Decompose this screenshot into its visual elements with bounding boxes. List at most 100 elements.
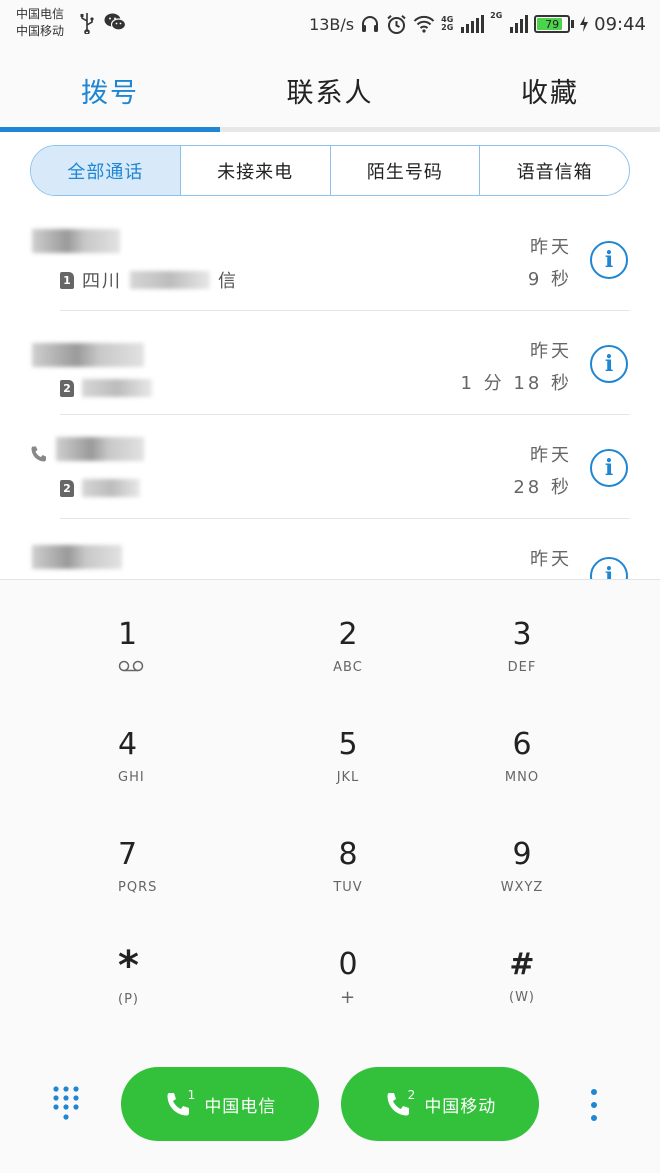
key-9[interactable]: 9 WXYZ [433,800,645,910]
call-sub-info: 2 [60,377,152,399]
key-digit: 7 [118,837,138,872]
battery-tip [571,20,575,28]
voicemail-icon [118,660,144,672]
key-2[interactable]: 2 ABC [263,580,433,690]
sim-badge: 1 [60,271,74,289]
tab-dial[interactable]: 拨号 [0,48,220,132]
call-duration: 1 分 18 秒 [460,373,572,394]
key-digit: # [509,947,535,982]
sim-badge: 2 [60,479,74,497]
call-details-button[interactable]: i [590,557,628,579]
key-star[interactable]: * (P) [55,910,263,1020]
call-location: 四川 [82,271,122,292]
network-speed: 13B/s [309,14,355,34]
key-1[interactable]: 1 [55,580,263,690]
key-digit: 9 [512,837,532,872]
wifi-icon [413,15,435,33]
call-sim1-button[interactable]: 1 中国电信 [121,1067,319,1141]
key-letters: ABC [333,660,363,675]
sim1-network-type: 4G 2G [441,16,455,32]
status-icons: 13B/s 4G 2G 2G 79 09:44 [309,10,646,38]
contact-name-redacted [32,229,120,253]
key-7[interactable]: 7 PQRS [55,800,263,910]
key-8[interactable]: 8 TUV [263,800,433,910]
sim-number: 2 [407,1088,417,1102]
dialpad-keys: 1 2 ABC 3 DEF 4 GHI 5 JKL 6 MNO 7 PQRS 8… [0,580,660,1040]
charging-icon [580,16,589,32]
key-letters: GHI [118,770,145,785]
carrier-1: 中国电信 [16,7,65,21]
tab-favorites[interactable]: 收藏 [440,48,660,132]
key-letters: DEF [507,660,537,675]
key-digit: 0 [338,947,358,982]
call-sub-info: 1 四川 信 [60,269,238,292]
filter-missed-calls[interactable]: 未接来电 [179,146,330,195]
tab-indicator [0,127,220,132]
key-letters: MNO [504,770,540,785]
info-icon: i [604,247,614,273]
more-options-icon[interactable] [589,1087,599,1123]
wechat-icon [104,13,126,31]
call-details-button[interactable]: i [590,345,628,383]
contact-name-redacted [32,343,144,367]
filter-unknown-numbers[interactable]: 陌生号码 [329,146,480,195]
alarm-icon [387,14,406,34]
key-letters: JKL [336,770,360,785]
dialpad-action-bar: 1 中国电信 2 中国移动 [0,1067,660,1141]
key-hash[interactable]: # (W) [433,910,645,1020]
dialpad-panel: 1 2 ABC 3 DEF 4 GHI 5 JKL 6 MNO 7 PQRS 8… [0,579,660,1173]
tab-contacts[interactable]: 联系人 [220,48,440,132]
call-date: 昨天 [530,341,572,362]
call-date: 昨天 [530,549,572,570]
call-date: 昨天 [530,445,572,466]
sim1-network-bottom: 2G [441,23,454,32]
key-digit: 6 [512,727,532,762]
location-redacted [82,479,140,497]
key-digit: 5 [338,727,358,762]
key-5[interactable]: 5 JKL [263,690,433,800]
key-letters: + [339,987,357,1008]
dialpad-toggle-icon[interactable] [52,1085,80,1123]
contact-name-redacted [56,437,144,461]
call-filter-bar: 全部通话 未接来电 陌生号码 语音信箱 [30,145,630,196]
call-log-row[interactable]: 1 四川 信 昨天 9 秒 i [0,207,660,311]
carrier-names: 中国电信 中国移动 [16,6,64,40]
filter-voicemail[interactable]: 语音信箱 [479,146,629,195]
key-digit: 4 [118,727,138,762]
call-duration: 28 秒 [513,477,572,498]
sim2-network-type: 2G [490,11,503,20]
key-3[interactable]: 3 DEF [433,580,645,690]
headset-icon [362,16,379,32]
call-sim1-label: 中国电信 [204,1096,277,1117]
key-digit: 3 [512,617,532,652]
call-log-row[interactable]: 昨天 i [0,519,660,579]
call-log-list: 1 四川 信 昨天 9 秒 i 2 昨天 1 分 18 秒 i 2 昨天 28 … [0,207,660,579]
call-details-button[interactable]: i [590,449,628,487]
info-icon: i [604,351,614,377]
status-bar: 中国电信 中国移动 13B/s 4G 2G 2G 79 09:44 [0,0,660,48]
call-location-tail: 信 [218,271,238,292]
main-tabs: 拨号 联系人 收藏 [0,48,660,132]
key-0[interactable]: 0 + [263,910,433,1020]
call-log-row[interactable]: 2 昨天 28 秒 i [0,415,660,519]
clock: 09:44 [594,13,646,35]
info-icon: i [604,455,614,481]
call-details-button[interactable]: i [590,241,628,279]
key-4[interactable]: 4 GHI [55,690,263,800]
key-letters: TUV [333,880,363,895]
battery-icon: 79 [534,15,571,33]
call-sim2-button[interactable]: 2 中国移动 [341,1067,539,1141]
key-letters: (W) [509,990,535,1005]
filter-all-calls[interactable]: 全部通话 [31,146,180,195]
call-sim2-label: 中国移动 [424,1096,497,1117]
carrier-2: 中国移动 [16,24,65,38]
key-6[interactable]: 6 MNO [433,690,645,800]
sim-number: 1 [187,1088,197,1102]
location-redacted [130,271,210,289]
key-digit: * [118,943,139,989]
sim1-signal-icon [461,15,485,33]
key-digit: 2 [338,617,358,652]
contact-name-redacted [32,545,122,569]
outgoing-call-icon [31,446,46,462]
call-log-row[interactable]: 2 昨天 1 分 18 秒 i [0,311,660,415]
